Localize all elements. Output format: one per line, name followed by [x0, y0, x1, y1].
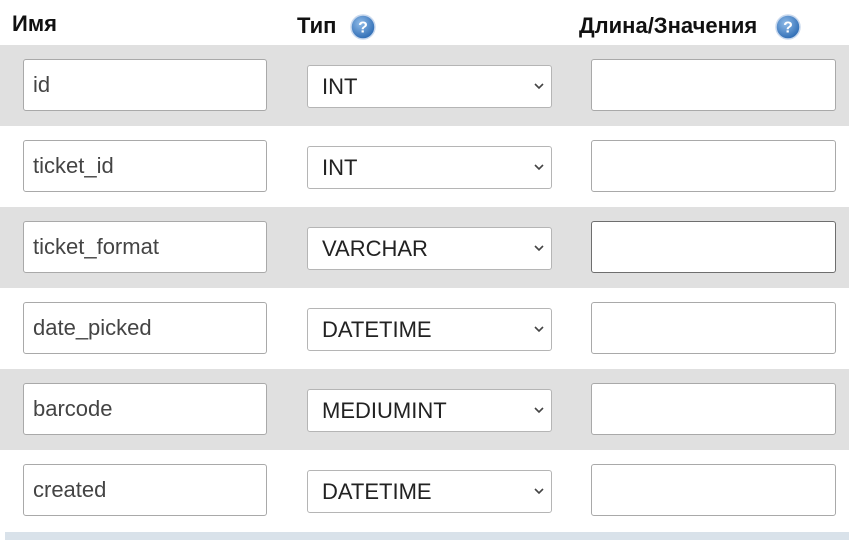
column-name-input[interactable]	[23, 221, 267, 273]
column-type-select[interactable]: VARCHAR	[307, 227, 552, 270]
column-type-value: INT	[322, 73, 358, 99]
name-column-label: Имя	[12, 11, 57, 36]
length-column-label: Длина/Значения	[579, 12, 758, 38]
column-name-input[interactable]	[23, 140, 267, 192]
column-type-select[interactable]: INT	[307, 146, 552, 189]
chevron-down-icon	[534, 83, 544, 90]
table-row: MEDIUMINT	[0, 369, 849, 450]
length-values-input[interactable]	[591, 221, 836, 273]
column-type-value: DATETIME	[322, 478, 432, 504]
column-name-input[interactable]	[23, 383, 267, 435]
column-type-value: MEDIUMINT	[322, 397, 447, 423]
length-values-input[interactable]	[591, 383, 836, 435]
length-values-input[interactable]	[591, 302, 836, 354]
columns-header: Имя Тип ? Длина/Значения ?	[0, 0, 849, 46]
column-type-select[interactable]: DATETIME	[307, 308, 552, 351]
column-type-select[interactable]: MEDIUMINT	[307, 389, 552, 432]
chevron-down-icon	[534, 245, 544, 252]
type-help-icon[interactable]: ?	[350, 14, 377, 40]
type-column-header: Тип ?	[297, 11, 377, 40]
length-help-icon[interactable]: ?	[775, 14, 801, 40]
column-name-input[interactable]	[23, 464, 267, 516]
svg-text:?: ?	[783, 20, 793, 37]
table-row: VARCHAR	[0, 207, 849, 288]
chevron-down-icon	[534, 488, 544, 495]
column-type-select[interactable]: INT	[307, 65, 552, 108]
svg-text:?: ?	[359, 20, 369, 37]
name-column-header: Имя	[12, 11, 57, 37]
chevron-down-icon	[534, 407, 544, 414]
column-type-select[interactable]: DATETIME	[307, 470, 552, 513]
chevron-down-icon	[534, 326, 544, 333]
length-values-input[interactable]	[591, 59, 836, 111]
column-type-value: DATETIME	[322, 316, 432, 342]
table-row: DATETIME	[0, 288, 849, 369]
column-name-input[interactable]	[23, 302, 267, 354]
table-bottom-strip	[5, 532, 849, 540]
table-row: INT	[0, 45, 849, 126]
table-row: DATETIME	[0, 450, 849, 531]
type-column-label: Тип	[297, 12, 337, 38]
length-column-header: Длина/Значения ?	[579, 11, 801, 40]
chevron-down-icon	[534, 164, 544, 171]
column-type-value: VARCHAR	[322, 235, 428, 261]
column-type-value: INT	[322, 154, 358, 180]
length-values-input[interactable]	[591, 140, 836, 192]
table-row: INT	[0, 126, 849, 207]
column-name-input[interactable]	[23, 59, 267, 111]
length-values-input[interactable]	[591, 464, 836, 516]
